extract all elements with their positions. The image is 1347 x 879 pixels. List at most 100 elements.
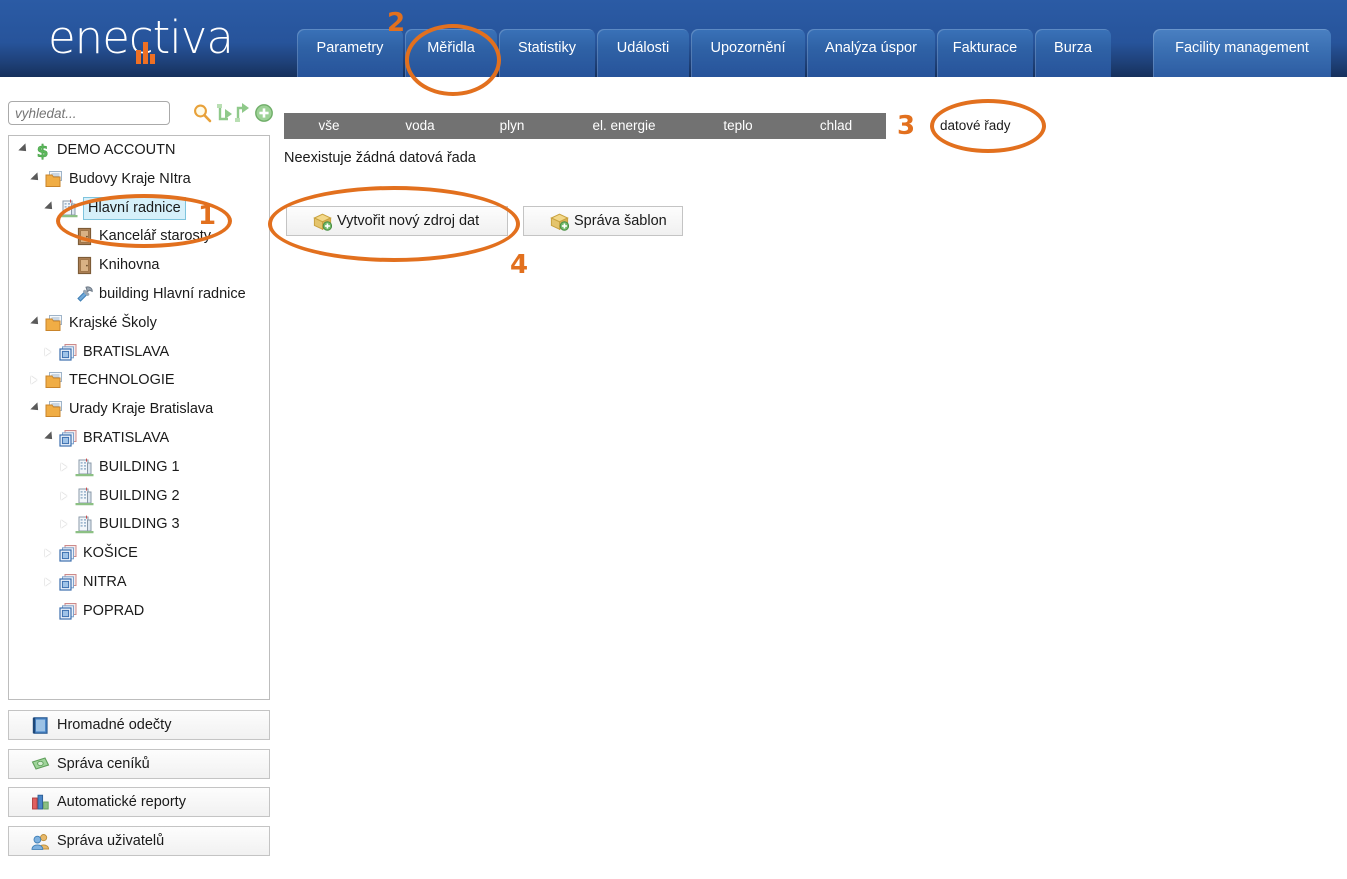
sidebar-tree-item-label: BUILDING 1: [99, 453, 180, 482]
header-tab-ud-losti[interactable]: Události: [597, 29, 689, 77]
annotation-number-1: 1: [198, 203, 216, 229]
main-subtab-v-e[interactable]: vše: [284, 113, 374, 139]
sidebar-search-row: [8, 101, 270, 127]
sidebar-tree-item-label: NITRA: [83, 568, 127, 597]
sidebar-tree-item-technologie[interactable]: TECHNOLOGIE: [9, 366, 269, 395]
sidebar-tree-item-label: building Hlavní radnice: [99, 280, 246, 309]
app-header: enectiva ParametryMěřidlaStatistikyUdálo…: [0, 0, 1347, 77]
main-manage-templates-button[interactable]: Správa šablon: [523, 206, 683, 236]
sidebar-button-label: Hromadné odečty: [57, 711, 171, 739]
header-tab-statistiky[interactable]: Statistiky: [499, 29, 595, 77]
chevron-down-icon[interactable]: [44, 431, 55, 442]
sidebar-tree-item-budovy-kraje-nitra[interactable]: Budovy Kraje NItra: [9, 165, 269, 194]
logo-bars-icon: [136, 14, 162, 64]
annotation-ellipse-2: [405, 24, 501, 96]
sidebar-button-label: Správa ceníků: [57, 750, 150, 778]
folder-icon: [45, 371, 64, 390]
chevron-right-icon[interactable]: [61, 520, 67, 528]
group-icon: [59, 573, 78, 592]
sidebar-button-label: Automatické reporty: [57, 788, 186, 816]
main-action-button-label: Správa šablon: [574, 207, 667, 235]
sidebar-tree-item-poprad[interactable]: POPRAD: [9, 597, 269, 626]
header-tab-upozorn-n[interactable]: Upozornění: [691, 29, 805, 77]
barchart-icon: [31, 793, 50, 812]
sidebar-button-automatick-reporty[interactable]: Automatické reporty: [8, 787, 270, 817]
money-icon: [31, 755, 50, 774]
add-node-icon[interactable]: [254, 103, 274, 123]
sidebar-button-hromadn-ode-ty[interactable]: Hromadné odečty: [8, 710, 270, 740]
sidebar-button-spr-va-cen-k[interactable]: Správa ceníků: [8, 749, 270, 779]
annotation-number-4: 4: [510, 252, 528, 278]
chevron-down-icon[interactable]: [30, 172, 41, 183]
header-tab-anal-za-spor[interactable]: Analýza úspor: [807, 29, 935, 77]
wrench-icon: [75, 285, 94, 304]
folder-icon: [45, 400, 64, 419]
book-icon: [31, 716, 50, 735]
annotation-ellipse-4: [268, 186, 520, 262]
empty-state-message: Neexistuje žádná datová řada: [284, 150, 476, 166]
sidebar-button-spr-va-u-ivatel[interactable]: Správa uživatelů: [8, 826, 270, 856]
logo: enectiva: [48, 12, 298, 64]
expand-tree-icon[interactable]: [215, 103, 235, 123]
main-subtab-teplo[interactable]: teplo: [690, 113, 786, 139]
annotation-number-2: 2: [387, 10, 405, 36]
header-tab-fakturace[interactable]: Fakturace: [937, 29, 1033, 77]
chevron-right-icon[interactable]: [45, 348, 51, 356]
sidebar-tree-item-label: BRATISLAVA: [83, 338, 169, 367]
main-subtab-plyn[interactable]: plyn: [466, 113, 558, 139]
sidebar-tree-item-building-3[interactable]: BUILDING 3: [9, 510, 269, 539]
door-icon: [75, 256, 94, 275]
sidebar-tree-item-label: Knihovna: [99, 251, 159, 280]
sidebar-tree-item-building-1[interactable]: BUILDING 1: [9, 453, 269, 482]
svg-text:$: $: [37, 142, 49, 160]
sidebar-tree-item-label: BUILDING 2: [99, 482, 180, 511]
sidebar-tree-item-krajsk-koly[interactable]: Krajské Školy: [9, 309, 269, 338]
folder-icon: [45, 170, 64, 189]
sidebar-tree-item-nitra[interactable]: NITRA: [9, 568, 269, 597]
collapse-tree-icon[interactable]: [233, 103, 253, 123]
sidebar-tree-item-knihovna[interactable]: Knihovna: [9, 251, 269, 280]
building-icon: [75, 487, 94, 506]
annotation-ellipse-3: [930, 99, 1046, 153]
sidebar-tree-item-ko-ice[interactable]: KOŠICE: [9, 539, 269, 568]
sidebar-tree-item-building-2[interactable]: BUILDING 2: [9, 482, 269, 511]
chevron-down-icon[interactable]: [44, 201, 55, 212]
search-icon[interactable]: [192, 103, 212, 123]
dollar-icon: $: [33, 141, 52, 160]
sidebar-tree-item-urady-kraje-bratislava[interactable]: Urady Kraje Bratislava: [9, 395, 269, 424]
chevron-down-icon[interactable]: [30, 403, 41, 414]
folder-icon: [45, 314, 64, 333]
chevron-down-icon[interactable]: [30, 316, 41, 327]
sidebar-tree-item-label: TECHNOLOGIE: [69, 366, 175, 395]
sidebar-tree-item-bratislava[interactable]: BRATISLAVA: [9, 338, 269, 367]
chevron-right-icon[interactable]: [61, 463, 67, 471]
sidebar-tree-item-label: DEMO ACCOUTN: [57, 136, 175, 165]
building-icon: [75, 515, 94, 534]
header-tab-facility-management[interactable]: Facility management: [1153, 29, 1331, 77]
main-subtab-voda[interactable]: voda: [374, 113, 466, 139]
chevron-right-icon[interactable]: [45, 578, 51, 586]
chevron-right-icon[interactable]: [61, 492, 67, 500]
chevron-down-icon[interactable]: [18, 143, 29, 154]
header-tab-burza[interactable]: Burza: [1035, 29, 1111, 77]
sidebar-tree-item-label: Urady Kraje Bratislava: [69, 395, 213, 424]
sidebar-tree-item-label: Budovy Kraje NItra: [69, 165, 191, 194]
main-subtab-chlad[interactable]: chlad: [786, 113, 886, 139]
search-input[interactable]: [8, 101, 170, 125]
group-icon: [59, 429, 78, 448]
chevron-right-icon[interactable]: [45, 549, 51, 557]
sidebar-tree-item-bratislava[interactable]: BRATISLAVA: [9, 424, 269, 453]
annotation-number-3: 3: [897, 113, 915, 139]
sidebar-tree-item-label: KOŠICE: [83, 539, 138, 568]
building-icon: [75, 458, 94, 477]
main-subtab-el-energie[interactable]: el. energie: [558, 113, 690, 139]
group-icon: [59, 602, 78, 621]
sidebar-tree-item-demo-accoutn[interactable]: $ DEMO ACCOUTN: [9, 136, 269, 165]
chevron-right-icon[interactable]: [31, 376, 37, 384]
users-icon: [31, 832, 50, 851]
sidebar-tree-item-label: POPRAD: [83, 597, 144, 626]
sidebar-tree-item-label: Krajské Školy: [69, 309, 157, 338]
sidebar-tree-item-label: BUILDING 3: [99, 510, 180, 539]
sidebar-tree-item-building-hlavn-radnice[interactable]: building Hlavní radnice: [9, 280, 269, 309]
group-icon: [59, 343, 78, 362]
